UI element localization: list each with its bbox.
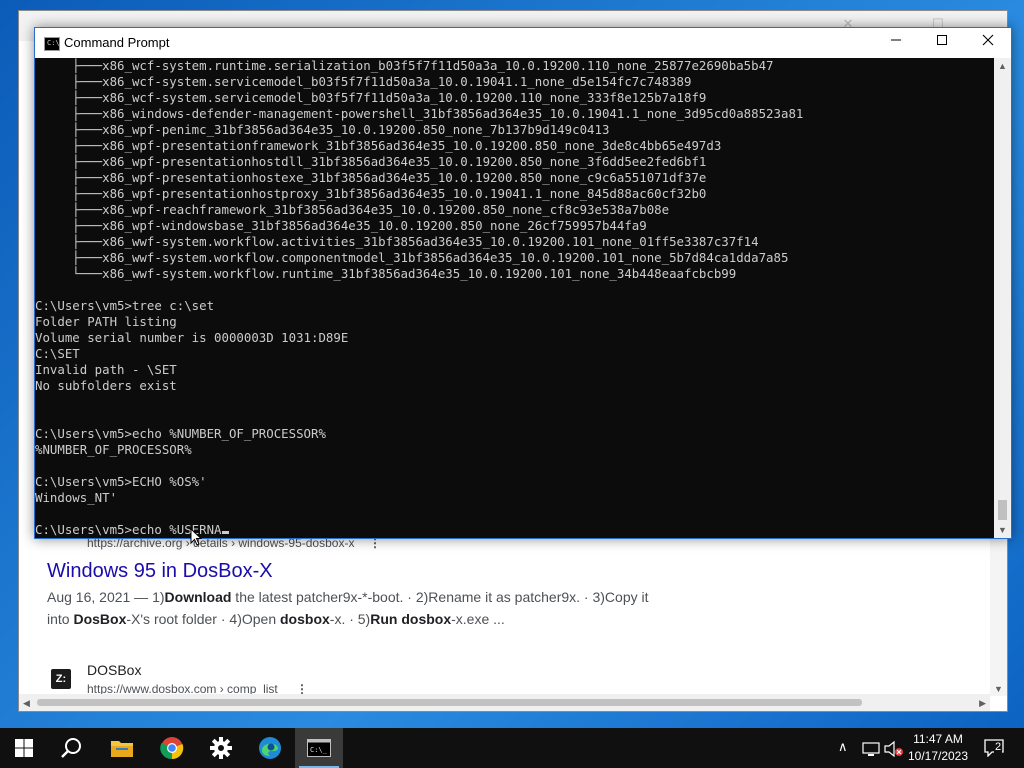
notification-center-button[interactable]: 2 xyxy=(978,728,1024,768)
text-cursor xyxy=(221,531,229,534)
command-prompt-window[interactable]: C:\ Command Prompt ├───x86_wcf-system.ru… xyxy=(34,27,1012,539)
notification-count: 2 xyxy=(994,741,1003,753)
cmd-output-text: ├───x86_wcf-system.runtime.serialization… xyxy=(35,58,803,538)
minimize-button[interactable] xyxy=(873,28,919,58)
cmd-line: No subfolders exist xyxy=(35,378,177,393)
network-icon[interactable] xyxy=(862,740,880,758)
edge-icon xyxy=(259,737,281,759)
cmd-scroll-down-icon[interactable]: ▼ xyxy=(998,525,1007,535)
cmd-line: C:\Users\vm5>echo %NUMBER_OF_PROCESSOR% xyxy=(35,426,326,441)
result-snippet: Aug 16, 2021 — 1)Download the latest pat… xyxy=(47,589,649,627)
search-icon xyxy=(61,738,81,758)
scroll-down-icon[interactable]: ▼ xyxy=(994,684,1003,694)
cmd-console-area[interactable]: ├───x86_wcf-system.runtime.serialization… xyxy=(35,58,994,538)
taskbar-chrome[interactable] xyxy=(148,728,196,768)
search-button[interactable] xyxy=(48,728,96,768)
start-button[interactable] xyxy=(0,728,48,768)
cmd-line: C:\Users\vm5>ECHO %OS%' xyxy=(35,474,207,489)
cmd-app-icon: C:\ xyxy=(44,37,60,51)
cmd-line: ├───x86_wpf-reachframework_31bf3856ad364… xyxy=(35,202,670,217)
horizontal-scroll-thumb[interactable] xyxy=(37,699,862,706)
show-hidden-icons-chevron-icon[interactable]: ∧ xyxy=(838,739,848,757)
chrome-icon xyxy=(160,737,184,760)
taskbar: C:\_ ∧ 11:47 AM 10/17/2023 2 xyxy=(0,728,1024,768)
cmd-line: ├───x86_wcf-system.servicemodel_b03f5f7f… xyxy=(35,90,707,105)
maximize-icon xyxy=(937,35,947,45)
cmd-line: ├───x86_wpf-presentationhostproxy_31bf38… xyxy=(35,186,707,201)
cmd-vertical-scrollbar[interactable]: ▲ ▼ xyxy=(994,58,1011,538)
cmd-line: ├───x86_wcf-system.servicemodel_b03f5f7f… xyxy=(35,74,692,89)
clock-time[interactable]: 11:47 AM xyxy=(906,732,970,746)
cmd-line: ├───x86_wpf-windowsbase_31bf3856ad364e35… xyxy=(35,218,647,233)
taskbar-command-prompt[interactable]: C:\_ xyxy=(295,728,343,768)
cmd-line: ├───x86_wpf-penimc_31bf3856ad364e35_10.0… xyxy=(35,122,610,137)
cmd-line: C:\Users\vm5>tree c:\set xyxy=(35,298,215,313)
cmd-line: ├───x86_wpf-presentationframework_31bf38… xyxy=(35,138,722,153)
cmd-line: ├───x86_wwf-system.workflow.componentmod… xyxy=(35,250,789,265)
scroll-left-icon[interactable]: ◀ xyxy=(23,698,30,708)
windows-logo-icon xyxy=(15,739,33,757)
browser-horizontal-scrollbar[interactable]: ◀ ▶ xyxy=(19,694,990,711)
minimize-icon xyxy=(891,39,901,41)
cmd-window-title: Command Prompt xyxy=(64,35,170,50)
cmd-line: Volume serial number is 0000003D 1031:D8… xyxy=(35,330,349,345)
cmd-titlebar[interactable]: C:\ Command Prompt xyxy=(35,28,1011,58)
cmd-line: %NUMBER_OF_PROCESSOR% xyxy=(35,442,192,457)
cmd-line: ├───x86_windows-defender-management-powe… xyxy=(35,106,804,121)
close-icon xyxy=(982,34,994,46)
result-date: Aug 16, 2021 — xyxy=(47,589,153,605)
svg-text:C:\_: C:\_ xyxy=(310,746,328,754)
taskbar-settings[interactable] xyxy=(197,728,245,768)
cmd-scroll-up-icon[interactable]: ▲ xyxy=(998,61,1007,71)
close-button[interactable] xyxy=(965,28,1011,58)
terminal-icon: C:\_ xyxy=(307,739,331,757)
result-site-name-dosbox[interactable]: DOSBox xyxy=(87,662,141,678)
cmd-line: ├───x86_wpf-presentationhostdll_31bf3856… xyxy=(35,154,707,169)
cmd-line: ├───x86_wpf-presentationhostexe_31bf3856… xyxy=(35,170,707,185)
mouse-pointer-icon xyxy=(190,528,202,546)
cmd-scroll-thumb[interactable] xyxy=(998,500,1007,520)
clock-date[interactable]: 10/17/2023 xyxy=(906,749,970,763)
scroll-right-icon[interactable]: ▶ xyxy=(979,698,986,708)
taskbar-edge[interactable] xyxy=(246,728,294,768)
volume-muted-icon[interactable] xyxy=(884,740,904,758)
cmd-line: Folder PATH listing xyxy=(35,314,177,329)
cmd-line: ├───x86_wcf-system.runtime.serialization… xyxy=(35,58,774,73)
cmd-line: Invalid path - \SET xyxy=(35,362,177,377)
result-title-windows95[interactable]: Windows 95 in DosBox-X xyxy=(47,560,273,583)
folder-icon xyxy=(111,741,133,757)
taskbar-file-explorer[interactable] xyxy=(98,728,146,768)
gear-icon xyxy=(210,737,232,759)
cmd-line: └───x86_wwf-system.workflow.runtime_31bf… xyxy=(35,266,737,281)
cmd-line: Windows_NT' xyxy=(35,490,118,505)
cmd-line: ├───x86_wwf-system.workflow.activities_3… xyxy=(35,234,759,249)
maximize-button[interactable] xyxy=(919,28,965,58)
dosbox-favicon-icon: Z: xyxy=(51,669,71,689)
cmd-line: C:\SET xyxy=(35,346,80,361)
